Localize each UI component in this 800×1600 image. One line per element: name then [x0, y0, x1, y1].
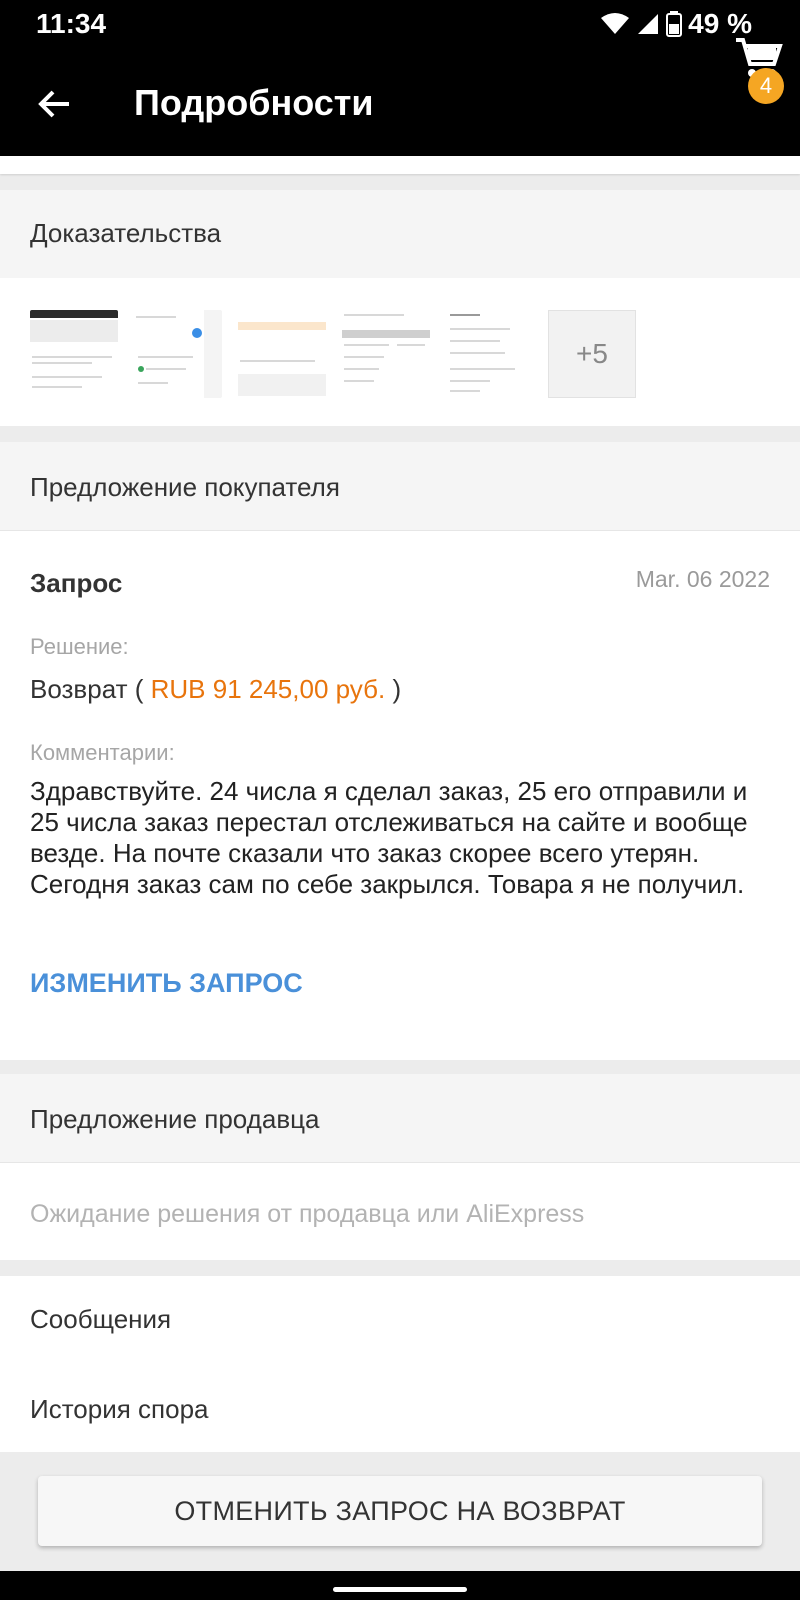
buyer-offer-header: Предложение покупателя [0, 442, 800, 530]
seller-offer-header: Предложение продавца [0, 1074, 800, 1162]
cancel-refund-button[interactable]: ОТМЕНИТЬ ЗАПРОС НА ВОЗВРАТ [38, 1476, 762, 1546]
evidence-thumbnail-2[interactable] [134, 310, 222, 398]
request-date: Mar. 06 2022 [635, 566, 770, 592]
messages-row[interactable]: Сообщения [0, 1276, 800, 1364]
evidence-more-count: +5 [576, 338, 608, 369]
evidence-thumbnail-5[interactable] [446, 310, 534, 398]
evidence-thumbnail-1[interactable] [30, 310, 118, 398]
decision-value: Возврат ( RUB 91 245,00 руб. ) [30, 674, 401, 705]
wifi-icon [601, 13, 630, 34]
seller-status: Ожидание решения от продавца или AliExpr… [30, 1200, 585, 1228]
signal-icon [638, 14, 659, 34]
seller-offer-card: Предложение продавца Ожидание решения от… [0, 1074, 800, 1260]
comments-label: Комментарии: [30, 740, 175, 765]
cart-badge: 4 [748, 68, 784, 104]
request-label: Запрос [30, 568, 123, 598]
links-card: Сообщения История спора [0, 1276, 800, 1452]
seller-offer-title: Предложение продавца [30, 1104, 320, 1134]
edit-request-link[interactable]: ИЗМЕНИТЬ ЗАПРОС [30, 968, 303, 999]
home-handle[interactable] [333, 1587, 467, 1592]
divider [0, 530, 800, 531]
status-bar: 11:34 49 % [0, 0, 800, 52]
previous-card [0, 156, 800, 174]
page-title: Подробности [134, 82, 374, 123]
dispute-history-row[interactable]: История спора [0, 1364, 800, 1452]
evidence-more-button[interactable]: +5 [548, 310, 636, 398]
evidence-title: Доказательства [30, 218, 222, 248]
evidence-header: Доказательства [0, 190, 800, 278]
messages-label: Сообщения [30, 1304, 172, 1334]
arrow-back-icon [38, 90, 69, 118]
divider [0, 1162, 800, 1163]
refund-amount: RUB 91 245,00 руб. [150, 674, 386, 704]
navigation-bar [0, 1571, 800, 1600]
buyer-offer-title: Предложение покупателя [30, 472, 340, 502]
back-button[interactable] [30, 80, 78, 128]
buyer-offer-card: Предложение покупателя Запрос Mar. 06 20… [0, 442, 800, 1060]
decision-suffix: ) [392, 674, 402, 704]
evidence-thumbnail-4[interactable] [342, 310, 430, 398]
status-time: 11:34 [36, 8, 107, 39]
battery-icon [666, 11, 683, 37]
app-bar: Подробности [0, 52, 800, 156]
evidence-thumbnail-3[interactable] [238, 310, 326, 398]
dispute-history-label: История спора [30, 1394, 209, 1424]
decision-label: Решение: [30, 634, 129, 659]
decision-type: Возврат ( [30, 674, 144, 704]
comment-text: Здравствуйте. 24 числа я сделал заказ, 2… [30, 776, 748, 899]
